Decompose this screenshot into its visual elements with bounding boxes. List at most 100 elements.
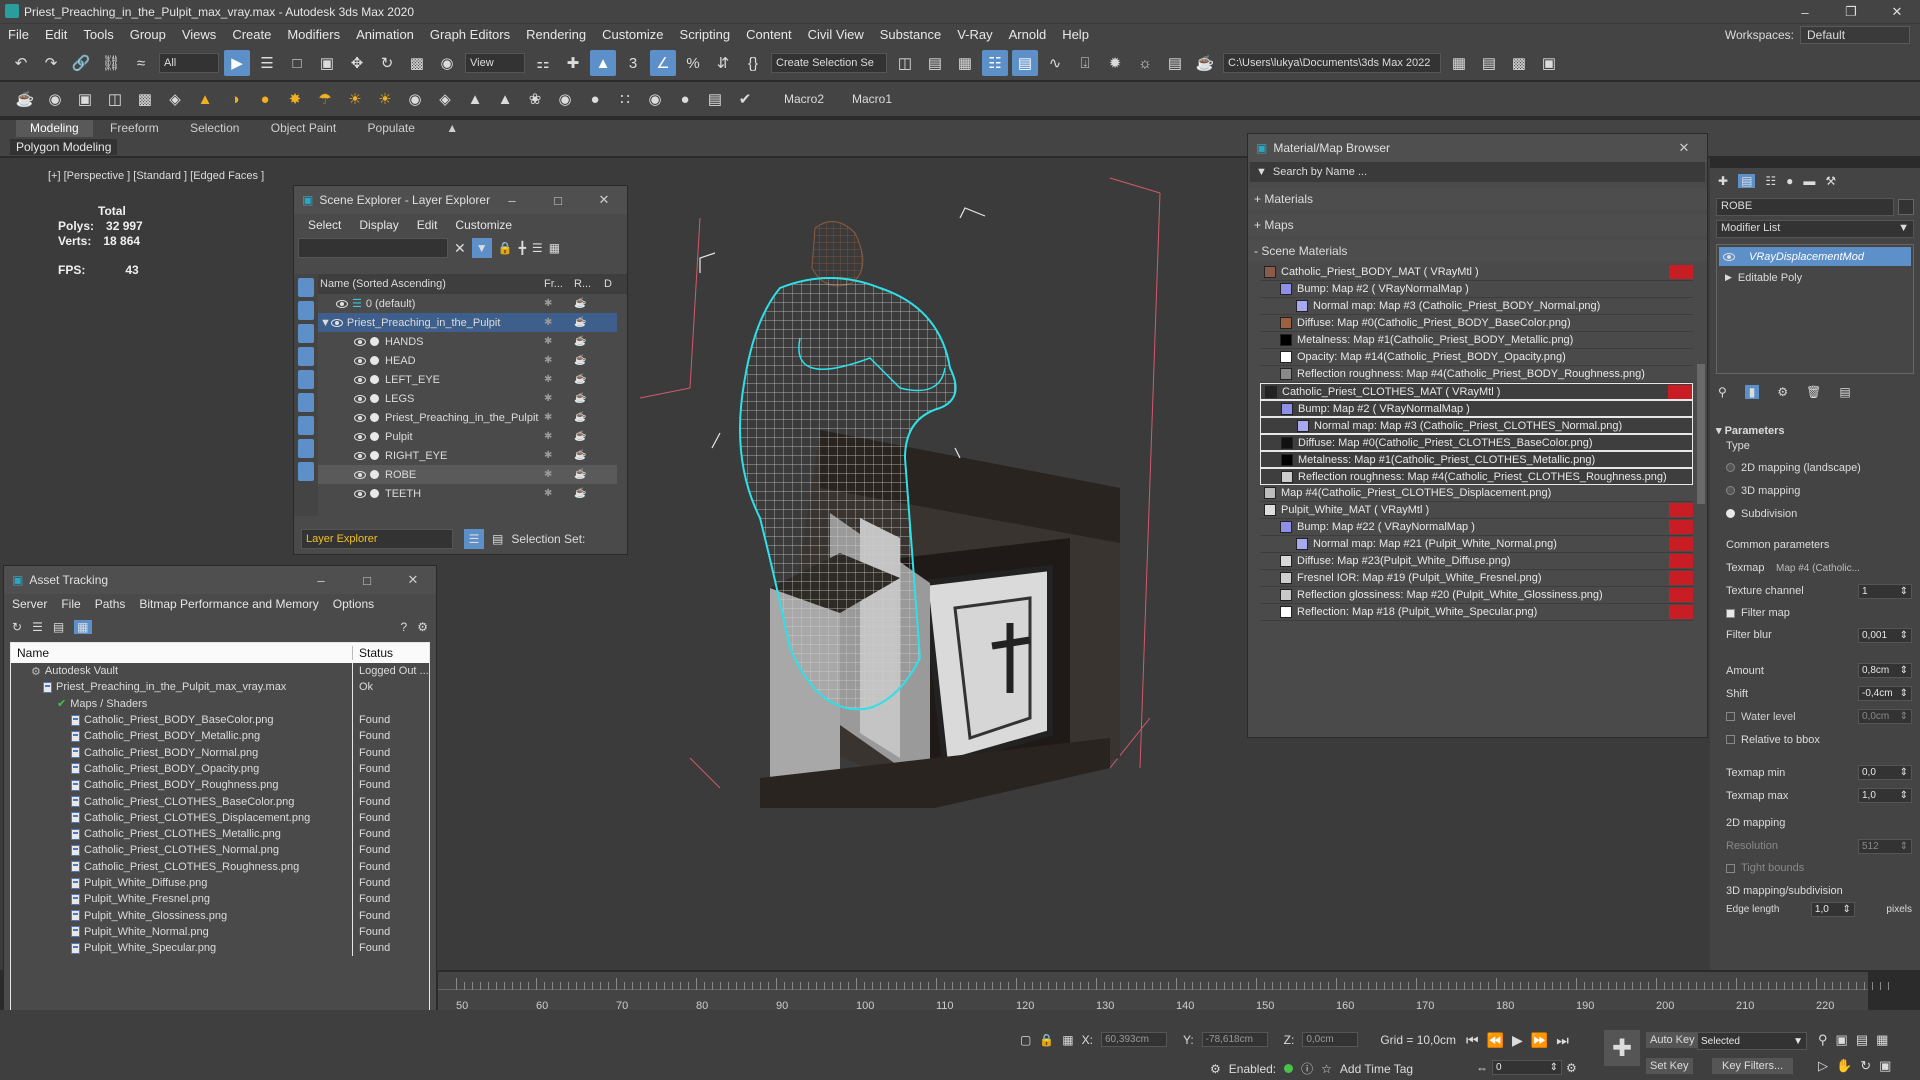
amount-spinner[interactable]: 0,8cm ⇕ — [1858, 663, 1912, 678]
play-icon[interactable]: ▶ — [1512, 1032, 1523, 1049]
freeze-icon[interactable]: ✱ — [544, 412, 574, 423]
minimize-icon[interactable]: – — [298, 566, 344, 594]
tab-freeform[interactable]: Freeform — [96, 120, 173, 137]
eye-icon[interactable] — [1723, 252, 1735, 261]
sidebar-helper-icon[interactable] — [298, 370, 314, 389]
modifier-list-dropdown[interactable]: Modifier List ▼ — [1716, 220, 1914, 238]
maximize-viewport-icon[interactable]: ▣ — [1879, 1058, 1891, 1074]
layer-row[interactable]: Pulpit ✱ ☕ — [318, 427, 617, 446]
asset-row[interactable]: ⚙ Autodesk Vault Logged Out ... — [11, 663, 429, 680]
key-filters-button[interactable]: Key Filters... — [1712, 1058, 1794, 1074]
align-icon[interactable]: ▤ — [922, 50, 948, 76]
select-object-icon[interactable]: ▶ — [224, 50, 250, 76]
close-icon[interactable]: ✕ — [1874, 0, 1920, 24]
teapot-icon[interactable]: ☕ — [12, 86, 38, 112]
select-icon[interactable]: ▢ — [1020, 1033, 1031, 1047]
ribbon-options-icon[interactable]: ▲ — [432, 120, 472, 137]
group-materials[interactable]: + Materials — [1248, 188, 1707, 210]
grass-icon[interactable]: ▲ — [462, 86, 488, 112]
settings-icon[interactable]: ⚙ — [417, 620, 428, 634]
dome-light-icon[interactable]: ◑ — [222, 86, 248, 112]
toggle-ribbon-icon[interactable]: ▤ — [1012, 50, 1038, 76]
menu-v-ray[interactable]: V-Ray — [949, 24, 1000, 45]
tab-modeling[interactable]: Modeling — [16, 120, 93, 137]
asset-row[interactable]: Catholic_Priest_CLOTHES_BaseColor.png Fou… — [11, 793, 429, 810]
tab-selection[interactable]: Selection — [176, 120, 253, 137]
asset-row[interactable]: Pulpit_White_Normal.png Found — [11, 923, 429, 941]
menu-options[interactable]: Options — [333, 597, 374, 611]
sidebar-bone-icon[interactable] — [298, 416, 314, 435]
box-icon[interactable]: ▣ — [72, 86, 98, 112]
x-coordinate-field[interactable]: 60,393cm — [1100, 1032, 1167, 1047]
undo-icon[interactable]: ↶ — [8, 50, 34, 76]
menu-file[interactable]: File — [61, 597, 80, 611]
menu-edit[interactable]: Edit — [37, 24, 75, 45]
set-key-button[interactable]: Set Key — [1646, 1058, 1693, 1074]
freeze-icon[interactable]: ✱ — [544, 488, 574, 499]
shader-icon[interactable]: ◉ — [552, 86, 578, 112]
eye-icon[interactable] — [354, 394, 366, 403]
modify-tab-icon[interactable]: ▤ — [1738, 174, 1756, 188]
layer-toggle-icon[interactable]: ☰ — [464, 529, 484, 549]
asset-row[interactable]: Pulpit_White_Fresnel.png Found — [11, 891, 429, 908]
hierarchy-icon[interactable]: ▦ — [549, 241, 560, 255]
eye-icon[interactable] — [354, 451, 366, 460]
unlink-icon[interactable]: ⛓ — [98, 50, 124, 76]
sidebar-camera-icon[interactable] — [298, 347, 314, 366]
material-search-input[interactable]: Search by Name ... — [1273, 166, 1367, 178]
texture-channel-spinner[interactable]: 1 ⇕ — [1858, 583, 1912, 599]
material-row[interactable]: Reflection glossiness: Map #20 (Pulpit_W… — [1260, 587, 1693, 604]
freeze-icon[interactable]: ✱ — [544, 298, 574, 309]
menu-help[interactable]: Help — [1054, 24, 1097, 45]
menu-create[interactable]: Create — [224, 24, 279, 45]
asset-row[interactable]: Catholic_Priest_BODY_Metallic.png Found — [11, 728, 429, 745]
named-selection-dropdown[interactable]: Create Selection Se — [771, 53, 887, 73]
time-config-icon[interactable]: ⚙ — [1566, 1061, 1577, 1075]
redo-icon[interactable]: ↷ — [38, 50, 64, 76]
place-icon[interactable]: ◉ — [434, 50, 460, 76]
restore-icon[interactable]: □ — [535, 186, 581, 214]
pin-stack-icon[interactable]: ⚲ — [1718, 385, 1727, 399]
sun-icon[interactable]: ● — [252, 86, 278, 112]
sidebar-spacewarp-icon[interactable] — [298, 393, 314, 412]
col-display-header[interactable]: D — [604, 278, 612, 290]
freeze-icon[interactable]: ✱ — [544, 450, 574, 461]
select-manipulate-icon[interactable]: ✚ — [560, 50, 586, 76]
filter-blur-spinner[interactable]: 0,001 ⇕ — [1858, 627, 1912, 643]
project-folder2-icon[interactable]: ▤ — [1476, 50, 1502, 76]
asset-row[interactable]: Pulpit_White_Specular.png Found — [11, 940, 429, 957]
material-search-bar[interactable]: ▼ Search by Name ... — [1250, 162, 1705, 182]
col-name-header[interactable]: Name (Sorted Ascending) — [318, 278, 544, 290]
shift-spinner[interactable]: -0,4cm ⇕ — [1858, 686, 1912, 701]
orbit-icon[interactable]: ↻ — [1860, 1058, 1871, 1074]
add-layer-icon[interactable]: ╋ — [519, 241, 526, 255]
ambient-light-icon[interactable]: ☀ — [342, 86, 368, 112]
freeze-icon[interactable]: ✱ — [544, 393, 574, 404]
zoom-extents-icon[interactable]: ▤ — [1856, 1032, 1868, 1048]
mirror-icon[interactable]: ◫ — [892, 50, 918, 76]
layer-row[interactable]: HEAD ✱ ☕ — [318, 351, 617, 370]
menu-animation[interactable]: Animation — [348, 24, 422, 45]
macro2-button[interactable]: Macro2 — [784, 92, 824, 106]
freeze-icon[interactable]: ✱ — [544, 317, 574, 328]
eye-icon[interactable] — [354, 375, 366, 384]
asset-row[interactable]: Priest_Preaching_in_the_Pulpit_max_vray.… — [11, 679, 429, 696]
eye-icon[interactable] — [336, 299, 348, 308]
render-icon[interactable]: ☕ — [574, 469, 586, 480]
color-icon[interactable]: ◉ — [642, 86, 668, 112]
material-row[interactable]: Normal map: Map #3 (Catholic_Priest_BODY… — [1260, 298, 1693, 315]
bind-spacewarp-icon[interactable]: ≈ — [128, 50, 154, 76]
stack-item-editable-poly[interactable]: ▶ Editable Poly — [1717, 268, 1913, 287]
utilities-tab-icon[interactable]: ⚒ — [1825, 174, 1836, 188]
stack-item-vray-displacement[interactable]: VRayDisplacementMod — [1719, 247, 1911, 266]
configure-sets-icon[interactable]: ▤ — [1839, 385, 1850, 399]
enabled-indicator[interactable] — [1284, 1064, 1294, 1073]
clear-search-icon[interactable]: ✕ — [454, 240, 466, 257]
checkbox-icon[interactable] — [1726, 863, 1735, 873]
z-coordinate-field[interactable]: 0,0cm — [1302, 1032, 1359, 1047]
water-level-spinner[interactable]: 0,0cm ⇕ — [1858, 709, 1912, 724]
material-row[interactable]: Diffuse: Map #0(Catholic_Priest_CLOTHES_… — [1260, 434, 1693, 451]
menu-views[interactable]: Views — [174, 24, 224, 45]
project-path-dropdown[interactable]: C:\Users\lukya\Documents\3ds Max 2022 — [1223, 53, 1441, 73]
angle-snap-icon[interactable]: ∠ — [650, 50, 676, 76]
